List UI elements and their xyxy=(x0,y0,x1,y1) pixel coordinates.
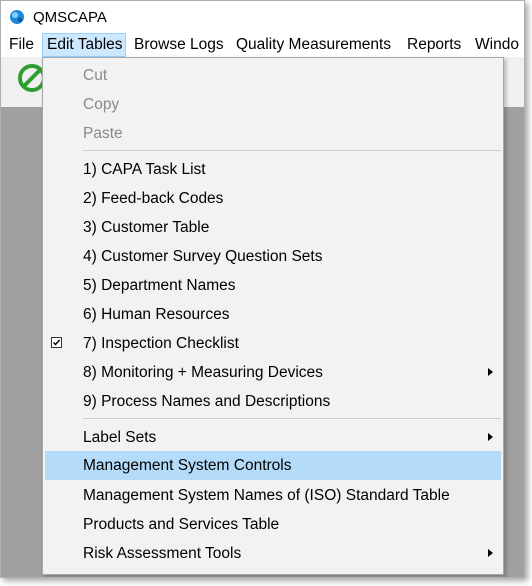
menu-item-risk-assessment-tools[interactable]: Risk Assessment Tools xyxy=(43,539,503,568)
menu-item-products-services-table[interactable]: Products and Services Table xyxy=(43,510,503,539)
menu-item-label: 4) Customer Survey Question Sets xyxy=(83,248,323,265)
menu-item-management-system-names-iso[interactable]: Management System Names of (ISO) Standar… xyxy=(43,481,503,510)
menu-item-process-names-descriptions[interactable]: 9) Process Names and Descriptions xyxy=(43,387,503,416)
menu-item-label: 9) Process Names and Descriptions xyxy=(83,393,331,410)
submenu-arrow-icon xyxy=(488,368,493,376)
menu-item-label: Management System Names of (ISO) Standar… xyxy=(83,487,450,504)
edit-tables-dropdown: Cut Copy Paste 1) CAPA Task List 2) Feed… xyxy=(42,57,504,575)
menu-item-label: 2) Feed-back Codes xyxy=(83,190,224,207)
menu-item-customer-survey-question-sets[interactable]: 4) Customer Survey Question Sets xyxy=(43,242,503,271)
menu-item-label: Paste xyxy=(83,125,123,142)
menu-item-inspection-checklist[interactable]: 7) Inspection Checklist xyxy=(43,329,503,358)
submenu-arrow-icon xyxy=(488,433,493,441)
menu-item-label: Label Sets xyxy=(83,429,157,446)
menu-item-monitoring-measuring-devices[interactable]: 8) Monitoring + Measuring Devices xyxy=(43,358,503,387)
menu-item-cut: Cut xyxy=(43,61,503,90)
menu-separator xyxy=(83,418,501,419)
menu-item-label: Management System Controls xyxy=(83,457,292,474)
menu-item-label: 5) Department Names xyxy=(83,277,236,294)
menu-item-label: 7) Inspection Checklist xyxy=(83,335,239,352)
menu-item-label: Copy xyxy=(83,96,120,113)
menu-item-label: Products and Services Table xyxy=(83,516,280,533)
menu-item-label: 1) CAPA Task List xyxy=(83,161,206,178)
menu-item-feedback-codes[interactable]: 2) Feed-back Codes xyxy=(43,184,503,213)
menu-edit-tables[interactable]: Edit Tables xyxy=(42,33,126,57)
menu-item-label: Cut xyxy=(83,67,108,84)
menu-item-label: 8) Monitoring + Measuring Devices xyxy=(83,364,323,381)
app-icon xyxy=(10,10,24,24)
menu-separator xyxy=(83,150,501,151)
menu-item-department-names[interactable]: 5) Department Names xyxy=(43,271,503,300)
submenu-arrow-icon xyxy=(488,549,493,557)
title-bar: QMSCAPA xyxy=(1,1,524,33)
menu-quality-measurements[interactable]: Quality Measurements xyxy=(232,33,395,57)
menu-item-label: 6) Human Resources xyxy=(83,306,230,323)
checkbox-checked-icon xyxy=(51,337,62,348)
menu-item-capa-task-list[interactable]: 1) CAPA Task List xyxy=(43,155,503,184)
menu-item-human-resources[interactable]: 6) Human Resources xyxy=(43,300,503,329)
menu-item-label-sets[interactable]: Label Sets xyxy=(43,423,503,452)
menu-item-customer-table[interactable]: 3) Customer Table xyxy=(43,213,503,242)
menu-item-copy: Copy xyxy=(43,90,503,119)
menu-file[interactable]: File xyxy=(5,33,38,57)
menu-browse-logs[interactable]: Browse Logs xyxy=(130,33,228,57)
app-window: QMSCAPA File Edit Tables Browse Logs Qua… xyxy=(0,0,525,578)
window-title: QMSCAPA xyxy=(33,9,107,26)
menu-item-management-system-controls[interactable]: Management System Controls xyxy=(45,451,501,480)
menu-bar: File Edit Tables Browse Logs Quality Mea… xyxy=(1,33,524,57)
menu-item-paste: Paste xyxy=(43,119,503,148)
menu-reports[interactable]: Reports xyxy=(403,33,465,57)
menu-item-label: Risk Assessment Tools xyxy=(83,545,242,562)
menu-item-label: 3) Customer Table xyxy=(83,219,210,236)
menu-window[interactable]: Windo xyxy=(471,33,523,57)
